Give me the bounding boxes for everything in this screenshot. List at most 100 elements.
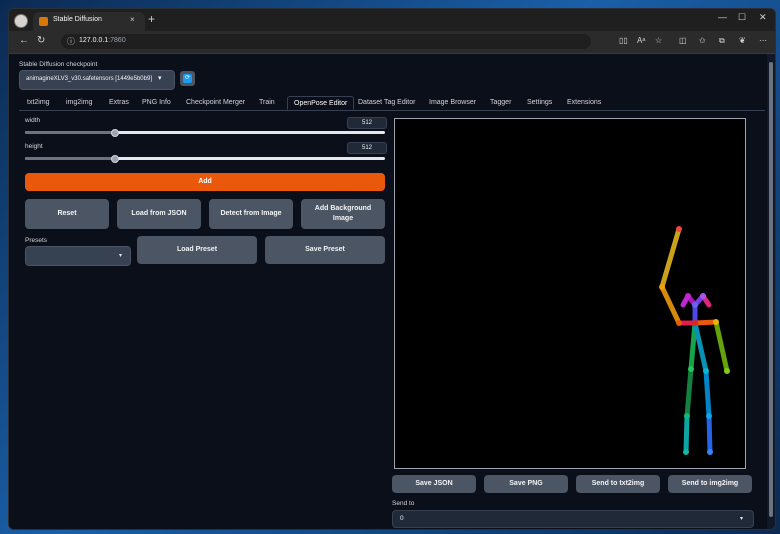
new-tab-button[interactable]: +	[148, 12, 155, 26]
tab-checkpoint-merger[interactable]: Checkpoint Merger	[186, 99, 245, 106]
height-label: height	[25, 143, 43, 150]
keypoint-ankle-right[interactable]	[683, 449, 689, 455]
tab-image-browser[interactable]: Image Browser	[429, 99, 476, 106]
main-tabs: txt2img img2img Extras PNG Info Checkpoi…	[19, 96, 765, 111]
keypoint-shoulder-left[interactable]	[713, 319, 719, 325]
skeleton-thigh-right	[684, 366, 694, 419]
browser-tab[interactable]: Stable Diffusion ×	[33, 12, 145, 31]
add-background-image-button[interactable]: Add Background Image	[301, 199, 385, 229]
tab-img2img[interactable]: img2img	[66, 99, 92, 106]
refresh-checkpoint-button[interactable]: ⟳	[180, 71, 195, 86]
send-to-img2img-button[interactable]: Send to img2img	[668, 475, 752, 493]
collections-icon[interactable]: ⧉	[719, 36, 725, 46]
skeleton-shoulder-left	[692, 319, 719, 326]
copilot-icon[interactable]: ❦	[739, 36, 746, 45]
save-preset-button[interactable]: Save Preset	[265, 236, 385, 264]
title-bar: Stable Diffusion × + — ☐ ✕	[9, 9, 775, 31]
tab-title: Stable Diffusion	[53, 16, 102, 23]
add-button[interactable]: Add	[25, 173, 385, 191]
add-background-label-2: Image	[332, 215, 354, 222]
keypoint-eye-right[interactable]	[685, 293, 691, 299]
url-field[interactable]: ⓘ 127.0.0.1:7860	[61, 34, 591, 49]
send-to-value: 0	[400, 515, 404, 522]
tab-extensions[interactable]: Extensions	[567, 99, 601, 106]
back-icon[interactable]: ←	[19, 35, 29, 46]
keypoint-knee-left[interactable]	[706, 413, 712, 419]
tab-settings[interactable]: Settings	[527, 99, 552, 106]
load-preset-button[interactable]: Load Preset	[137, 236, 257, 264]
send-to-txt2img-button[interactable]: Send to txt2img	[576, 475, 660, 493]
site-info-icon[interactable]: ⓘ	[67, 36, 75, 47]
chevron-down-icon: ▾	[158, 75, 162, 82]
height-input[interactable]: 512	[347, 142, 387, 154]
reset-button[interactable]: Reset	[25, 199, 109, 229]
url-host: 127.0.0.1	[79, 37, 109, 44]
tab-train[interactable]: Train	[259, 99, 275, 106]
width-slider-fill	[25, 131, 115, 134]
width-input[interactable]: 512	[347, 117, 387, 129]
skeleton-shin-right	[683, 413, 690, 455]
height-slider[interactable]	[25, 157, 385, 160]
maximize-button[interactable]: ☐	[738, 12, 746, 23]
width-label: width	[25, 117, 41, 124]
keypoint-shoulder-right[interactable]	[676, 320, 682, 326]
keypoint-ankle-left[interactable]	[707, 449, 713, 455]
height-slider-handle[interactable]	[111, 155, 119, 163]
skeleton-arm-left	[713, 319, 730, 374]
keypoint-wrist-right[interactable]	[676, 226, 682, 232]
favorites-icon[interactable]: ✩	[699, 36, 706, 45]
width-slider[interactable]	[25, 131, 385, 134]
browser-window: Stable Diffusion × + — ☐ ✕ ← ↻ ⓘ 127.0.0…	[8, 8, 776, 530]
chevron-down-icon: ▾	[739, 516, 743, 522]
favicon-icon	[39, 17, 48, 26]
checkpoint-value: animagineXLV3_v30.safetensors [1449e5b0b…	[26, 76, 152, 82]
send-to-label: Send to	[392, 500, 415, 507]
skeleton-upper-arm-right	[659, 226, 682, 290]
skeleton-shin-left	[706, 413, 713, 455]
keypoint-eye-left[interactable]	[700, 293, 706, 299]
keypoint-nose[interactable]	[692, 302, 698, 308]
openpose-skeleton[interactable]	[395, 119, 745, 468]
reload-icon[interactable]: ↻	[37, 35, 45, 46]
send-to-dropdown[interactable]: 0 ▾	[392, 510, 754, 528]
detect-from-image-button[interactable]: Detect from Image	[209, 199, 293, 229]
tab-extras[interactable]: Extras	[109, 99, 129, 106]
tab-openpose-editor[interactable]: OpenPose Editor	[287, 96, 355, 110]
keypoint-knee-right[interactable]	[684, 413, 690, 419]
save-png-button[interactable]: Save PNG	[484, 475, 568, 493]
pose-canvas[interactable]	[394, 118, 746, 469]
height-slider-fill	[25, 157, 115, 160]
close-window-button[interactable]: ✕	[759, 12, 767, 23]
keypoint-elbow-right[interactable]	[659, 284, 665, 290]
tab-tagger[interactable]: Tagger	[490, 99, 511, 106]
tab-txt2img[interactable]: txt2img	[27, 99, 50, 106]
favorite-icon[interactable]: ☆	[655, 36, 662, 45]
profile-avatar[interactable]	[14, 14, 28, 28]
save-json-button[interactable]: Save JSON	[392, 475, 476, 493]
width-slider-handle[interactable]	[111, 129, 119, 137]
page-scrollbar[interactable]	[767, 54, 775, 529]
text-size-icon[interactable]: Aᵃ	[637, 36, 645, 45]
tab-png-info[interactable]: PNG Info	[142, 99, 171, 106]
read-aloud-icon[interactable]: ▯▯	[619, 36, 628, 45]
load-from-json-button[interactable]: Load from JSON	[117, 199, 201, 229]
keypoint-elbow-left[interactable]	[724, 368, 730, 374]
split-screen-icon[interactable]: ◫	[679, 36, 687, 45]
tab-dataset-tag-editor[interactable]: Dataset Tag Editor	[358, 99, 415, 106]
chevron-down-icon: ▾	[118, 253, 122, 259]
keypoint-neck[interactable]	[692, 320, 698, 326]
url-port: :7860	[108, 37, 126, 44]
scrollbar-thumb[interactable]	[769, 62, 773, 517]
minimize-button[interactable]: —	[718, 12, 727, 22]
tab-close-icon[interactable]: ×	[130, 15, 135, 24]
keypoint-hip-left[interactable]	[703, 368, 709, 374]
more-icon[interactable]: ⋯	[759, 36, 767, 45]
presets-dropdown[interactable]: ▾	[25, 246, 131, 266]
add-background-label-1: Add Background	[314, 205, 372, 212]
keypoint-hip-right[interactable]	[688, 366, 694, 372]
address-bar: ← ↻ ⓘ 127.0.0.1:7860 ▯▯ Aᵃ ☆ ◫ ✩ ⧉ ❦ ⋯	[9, 31, 775, 54]
webui-app: Stable Diffusion checkpoint animagineXLV…	[9, 54, 767, 529]
refresh-icon: ⟳	[183, 74, 192, 83]
checkpoint-dropdown[interactable]: animagineXLV3_v30.safetensors [1449e5b0b…	[19, 70, 175, 90]
presets-label: Presets	[25, 237, 48, 244]
